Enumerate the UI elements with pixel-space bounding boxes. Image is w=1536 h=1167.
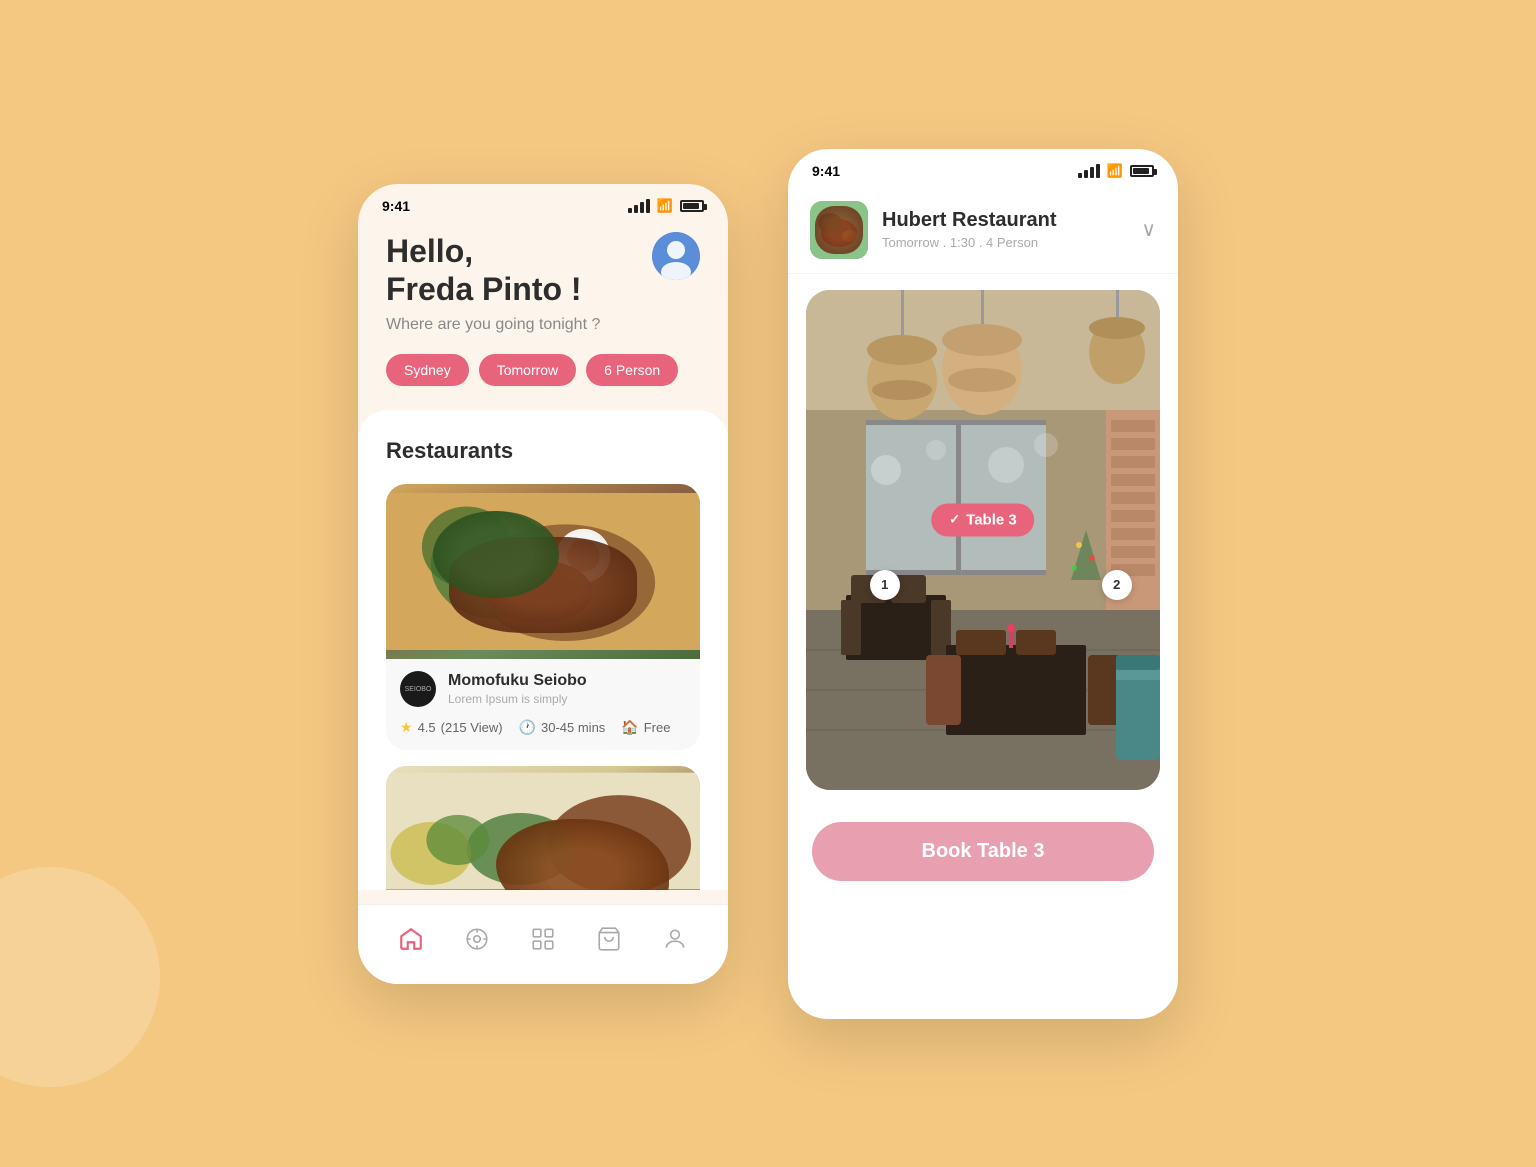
restaurant-desc-1: Lorem Ipsum is simply (448, 692, 587, 706)
restaurant-card-2[interactable] (386, 766, 700, 890)
home-delivery-icon: 🏠 (621, 719, 638, 736)
restaurant-photo: ✓ Table 3 1 2 (806, 290, 1160, 790)
restaurant-list-section: Restaurants (358, 410, 728, 890)
restaurant-logo-1: SEIOBO (400, 671, 436, 707)
restaurant-name-1: Momofuku Seiobo (448, 672, 587, 690)
selected-table-badge[interactable]: ✓ Table 3 (931, 503, 1034, 536)
battery-icon (680, 200, 704, 212)
status-icons-1: 📶 (628, 198, 704, 214)
section-title: Restaurants (386, 438, 700, 464)
phone-1-header: Hello, Freda Pinto ! Where are you going… (358, 222, 728, 355)
star-icon: ★ (400, 719, 413, 736)
time-1: 9:41 (382, 198, 410, 214)
phone-2: 9:41 📶 (788, 149, 1178, 1019)
battery-icon-2 (1130, 165, 1154, 177)
phone-2-header: Hubert Restaurant Tomorrow . 1:30 . 4 Pe… (788, 187, 1178, 274)
clock-icon: 🕐 (519, 719, 536, 736)
phones-container: 9:41 📶 Hello, Freda Pinto ! (358, 149, 1178, 1019)
restaurant-header-info: Hubert Restaurant Tomorrow . 1:30 . 4 Pe… (882, 209, 1127, 250)
wifi-icon-2: 📶 (1107, 163, 1123, 179)
nav-home[interactable] (389, 917, 433, 961)
nav-explore[interactable] (455, 917, 499, 961)
book-table-button[interactable]: Book Table 3 (812, 822, 1154, 881)
greeting-hello: Hello, Freda Pinto ! (386, 232, 600, 309)
time-2: 9:41 (812, 163, 840, 179)
chevron-down-icon[interactable]: ∨ (1141, 217, 1156, 242)
avatar[interactable] (652, 232, 700, 280)
restaurant-card-image-2 (386, 766, 700, 890)
nav-profile[interactable] (653, 917, 697, 961)
selected-table-label: Table 3 (966, 511, 1017, 528)
filter-person[interactable]: 6 Person (586, 354, 678, 386)
nav-grid[interactable] (521, 917, 565, 961)
check-icon: ✓ (949, 512, 960, 528)
restaurant-header-name: Hubert Restaurant (882, 209, 1127, 232)
restaurant-meta-1: ★ 4.5 (215 View) 🕐 30-45 mins 🏠 Free (386, 715, 700, 750)
filter-sydney[interactable]: Sydney (386, 354, 469, 386)
bg-decoration (0, 867, 160, 1087)
delivery-meta: 🏠 Free (621, 719, 670, 736)
filter-chips: Sydney Tomorrow 6 Person (358, 354, 728, 410)
restaurant-info-1: SEIOBO Momofuku Seiobo Lorem Ipsum is si… (386, 659, 700, 715)
status-icons-2: 📶 (1078, 163, 1154, 179)
signal-icon (628, 199, 650, 213)
table-1-badge[interactable]: 1 (870, 570, 900, 600)
time-meta: 🕐 30-45 mins (519, 719, 606, 736)
bottom-nav (358, 904, 728, 984)
nav-cart[interactable] (587, 917, 631, 961)
phone-1: 9:41 📶 Hello, Freda Pinto ! (358, 184, 728, 984)
wifi-icon: 📶 (657, 198, 673, 214)
filter-tomorrow[interactable]: Tomorrow (479, 354, 576, 386)
restaurant-card-1[interactable]: SEIOBO Momofuku Seiobo Lorem Ipsum is si… (386, 484, 700, 750)
greeting: Hello, Freda Pinto ! Where are you going… (386, 232, 600, 335)
rating: ★ 4.5 (215 View) (400, 719, 503, 736)
restaurant-card-image-1 (386, 484, 700, 659)
status-bar-2: 9:41 📶 (788, 149, 1178, 187)
restaurant-thumb (810, 201, 868, 259)
table-2-badge[interactable]: 2 (1102, 570, 1132, 600)
booking-details: Tomorrow . 1:30 . 4 Person (882, 235, 1127, 250)
greeting-subtitle: Where are you going tonight ? (386, 316, 600, 334)
status-bar-1: 9:41 📶 (358, 184, 728, 222)
signal-icon-2 (1078, 164, 1100, 178)
